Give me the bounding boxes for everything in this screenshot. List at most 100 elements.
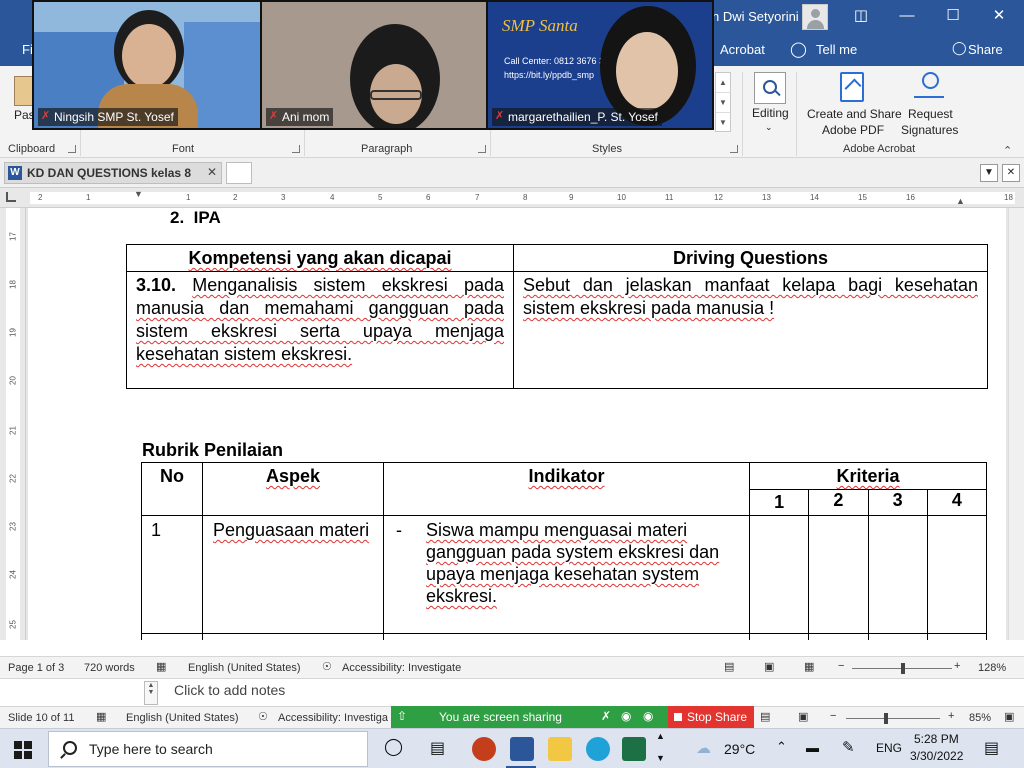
language-indicator[interactable]: English (United States) [126, 712, 239, 724]
chevron-up-icon[interactable]: ▲ [656, 731, 665, 741]
create-pdf-icon[interactable] [840, 72, 864, 102]
read-mode-icon[interactable]: ▤ [724, 660, 734, 673]
zoom-out-button[interactable]: − [830, 710, 836, 722]
web-layout-icon[interactable]: ▦ [804, 660, 814, 673]
tell-me-search[interactable]: Tell me [816, 42, 857, 57]
edge-browser-icon[interactable] [586, 737, 610, 761]
zoom-level[interactable]: 85% [969, 712, 991, 724]
table-cell-aspek[interactable]: Penguasaan materi [202, 515, 384, 634]
record-icon[interactable]: ◉ [621, 709, 631, 723]
ribbon-display-options-icon[interactable]: ◫ [838, 0, 884, 34]
minimize-button[interactable]: — [884, 0, 930, 34]
create-share-pdf-label-1[interactable]: Create and Share [807, 107, 902, 122]
document-page[interactable]: 2. IPA Kompetensi yang akan dicapai Driv… [28, 208, 1006, 640]
table-cell-no[interactable]: 1 [141, 515, 203, 634]
clock-time[interactable]: 5:28 PM [914, 732, 959, 746]
accessibility-icon[interactable]: ☉ [322, 660, 332, 673]
video-tile-ningsih[interactable]: ✗ Ningsih SMP St. Yosef [34, 2, 260, 128]
task-view-icon[interactable]: ▤ [430, 738, 445, 758]
accessibility-status[interactable]: Accessibility: Investigate [342, 662, 461, 674]
paragraph-launcher-icon[interactable] [478, 145, 486, 153]
stop-share-button[interactable]: Stop Share [668, 706, 754, 728]
gallery-more-icon[interactable]: ▼ [716, 113, 730, 133]
styles-launcher-icon[interactable] [730, 145, 738, 153]
table-cell-score[interactable] [748, 515, 810, 634]
word-count[interactable]: 720 words [84, 662, 135, 674]
table-cell-aspek[interactable] [202, 633, 384, 640]
share-person-icon[interactable]: ◯ [952, 40, 967, 56]
table-cell-score[interactable] [867, 515, 928, 634]
editing-button[interactable]: Editing [752, 106, 789, 121]
user-avatar-icon[interactable] [802, 4, 828, 30]
chevron-down-icon[interactable]: ▼ [716, 93, 730, 113]
file-explorer-icon[interactable] [548, 737, 572, 761]
close-button[interactable]: ✕ [976, 0, 1022, 34]
table-cell-score[interactable] [867, 633, 928, 640]
close-icon[interactable]: ✕ [207, 165, 217, 179]
weather-cloud-icon[interactable]: ☁ [696, 739, 711, 757]
notes-scrollbar[interactable]: ▲ ▼ [144, 681, 158, 705]
right-indent-marker-icon[interactable]: ▲ [956, 196, 965, 206]
table-cell-score[interactable] [926, 515, 988, 634]
zoom-slider[interactable] [846, 718, 940, 719]
battery-icon[interactable]: ▬ [806, 740, 819, 755]
word-app-icon[interactable] [510, 737, 534, 761]
table-cell-indikator[interactable] [383, 633, 750, 640]
document-tab-title[interactable]: KD DAN QUESTIONS kelas 8 [27, 166, 191, 180]
slide-show-icon[interactable]: ▣ [798, 710, 808, 723]
request-signatures-label-1[interactable]: Request [908, 107, 953, 122]
new-tab-button[interactable] [226, 162, 252, 184]
taskbar-search-box[interactable]: Type here to search [48, 731, 368, 767]
fit-slide-icon[interactable]: ▣ [1004, 710, 1014, 723]
page-count[interactable]: Page 1 of 3 [8, 662, 64, 674]
chevron-down-icon[interactable]: ▼ [980, 164, 998, 182]
video-tile-margarethailien[interactable]: SMP Santa Call Center: 0812 3676 35 http… [488, 2, 712, 128]
notification-icon[interactable]: ▤ [984, 738, 999, 758]
lightbulb-icon[interactable]: ◯ [790, 40, 807, 58]
accessibility-icon[interactable]: ☉ [258, 710, 268, 723]
tray-overflow-icon[interactable]: ⌃ [776, 739, 787, 755]
reading-view-icon[interactable]: ▤ [760, 710, 770, 723]
windows-start-icon[interactable] [14, 741, 32, 759]
chevron-down-icon[interactable]: ▼ [656, 753, 665, 763]
share-button[interactable]: Share [968, 42, 1003, 57]
clock-date[interactable]: 3/30/2022 [910, 749, 963, 763]
table-cell-score[interactable] [926, 633, 988, 640]
pen-icon[interactable]: ✎ [842, 738, 855, 756]
print-layout-icon[interactable]: ▣ [764, 660, 774, 673]
horizontal-ruler[interactable]: 2 1 1 2 3 4 5 6 7 8 9 10 11 12 13 14 15 … [0, 188, 1024, 208]
cortana-icon[interactable]: ◯ [384, 737, 403, 757]
mic-muted-icon[interactable]: ✗ [601, 709, 611, 723]
indent-marker-icon[interactable]: ▼ [134, 189, 143, 199]
vertical-scrollbar[interactable] [1008, 208, 1024, 640]
notes-placeholder[interactable]: Click to add notes [174, 682, 285, 698]
signed-in-user-name[interactable]: h Dwi Setyorini [712, 9, 799, 24]
proofing-icon[interactable]: ▦ [96, 710, 106, 723]
table-cell-driving-question[interactable]: Sebut dan jelaskan manfaat kelapa bagi k… [513, 271, 988, 389]
find-search-icon[interactable] [754, 72, 786, 104]
zoom-slider-thumb[interactable] [884, 713, 888, 724]
language-indicator[interactable]: English (United States) [188, 662, 301, 674]
powerpoint-app-icon[interactable] [472, 737, 496, 761]
chevron-down-icon[interactable]: ⌄ [765, 120, 773, 135]
screen-sharing-bar[interactable]: ⇧ You are screen sharing ✗ ◉ ◉ [391, 706, 669, 728]
table-cell-kompetensi[interactable]: 3.10. Menganalisis sistem ekskresi pada … [126, 271, 514, 389]
request-signatures-label-2[interactable]: Signatures [901, 123, 958, 138]
maximize-button[interactable]: ☐ [930, 0, 976, 34]
vertical-ruler[interactable]: 17 18 19 20 21 22 23 24 25 [0, 208, 26, 640]
clipboard-launcher-icon[interactable] [68, 145, 76, 153]
excel-app-icon[interactable] [622, 737, 646, 761]
powerpoint-notes-pane[interactable]: ▲ ▼ Click to add notes [0, 678, 1024, 706]
zoom-out-button[interactable]: − [838, 660, 844, 672]
zoom-in-button[interactable]: + [954, 660, 960, 672]
table-cell-no[interactable] [141, 633, 203, 640]
proofing-icon[interactable]: ▦ [156, 660, 166, 673]
styles-gallery-scroll[interactable]: ▲ ▼ ▼ [715, 72, 731, 132]
font-launcher-icon[interactable] [292, 145, 300, 153]
table-cell-score[interactable] [748, 633, 810, 640]
table-cell-score[interactable] [808, 633, 869, 640]
security-shield-icon[interactable]: ◉ [643, 709, 653, 723]
collapse-ribbon-icon[interactable]: ⌃ [1003, 144, 1012, 157]
request-signatures-icon[interactable] [914, 72, 944, 102]
document-canvas[interactable]: 2. IPA Kompetensi yang akan dicapai Driv… [26, 208, 1024, 640]
